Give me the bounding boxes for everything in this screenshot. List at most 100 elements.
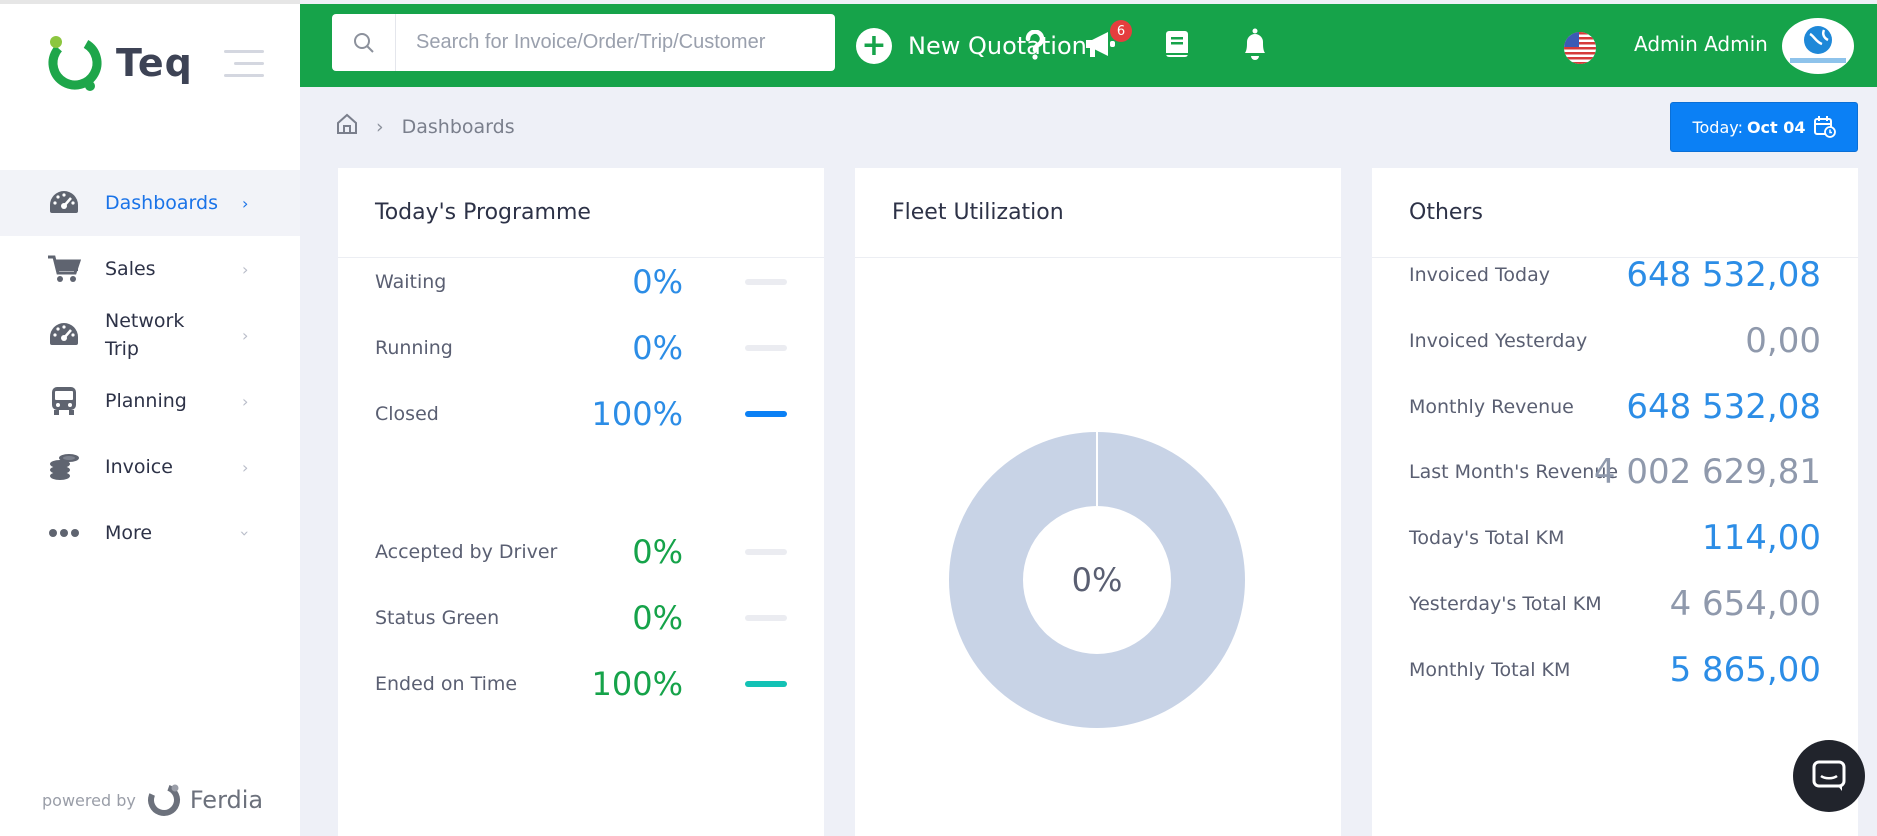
sidebar-item-planning[interactable]: Planning › bbox=[0, 368, 300, 434]
programme-row: Closed 100% bbox=[375, 394, 787, 434]
topbar: + New Quotation 6 Admin Admin bbox=[300, 4, 1877, 87]
programme-row: Status Green 0% bbox=[375, 598, 787, 638]
gauge-icon bbox=[46, 319, 82, 351]
card-title: Today's Programme bbox=[338, 168, 824, 258]
others-row-value: 648 532,08 bbox=[1626, 255, 1821, 295]
chevron-down-icon: › bbox=[235, 529, 255, 537]
breadcrumb: › Dashboards bbox=[336, 113, 515, 140]
programme-row-label: Accepted by Driver bbox=[375, 541, 558, 563]
us-flag-icon[interactable] bbox=[1564, 32, 1596, 64]
others-row: Invoiced Yesterday 0,00 bbox=[1409, 316, 1821, 366]
plus-circle-icon: + bbox=[856, 28, 892, 64]
book-icon[interactable] bbox=[1158, 26, 1196, 64]
card-title: Others bbox=[1372, 168, 1858, 258]
megaphone-icon[interactable]: 6 bbox=[1082, 20, 1132, 64]
coins-icon bbox=[46, 451, 82, 483]
today-date-button[interactable]: Today: Oct 04 bbox=[1670, 102, 1858, 152]
others-row-label: Invoiced Yesterday bbox=[1409, 330, 1588, 352]
bell-icon[interactable] bbox=[1236, 26, 1274, 64]
sidebar-item-sales[interactable]: Sales › bbox=[0, 236, 300, 302]
menu-toggle-icon[interactable] bbox=[224, 50, 264, 78]
fleet-donut-chart: 0% bbox=[947, 430, 1247, 730]
sidebar-item-dashboards[interactable]: Dashboards › bbox=[0, 170, 300, 236]
sidebar-item-label: Sales bbox=[105, 258, 156, 280]
breadcrumb-current: Dashboards bbox=[401, 115, 515, 138]
brain-station-logo-icon bbox=[1790, 26, 1846, 63]
programme-progress-bar bbox=[745, 615, 787, 621]
others-row-value: 4 002 629,81 bbox=[1593, 452, 1821, 492]
chevron-right-icon: › bbox=[242, 259, 249, 279]
others-row: Invoiced Today 648 532,08 bbox=[1409, 250, 1821, 300]
programme-row-value: 0% bbox=[632, 533, 683, 571]
others-row: Today's Total KM 114,00 bbox=[1409, 513, 1821, 563]
brand-name: Teq bbox=[116, 41, 193, 85]
home-icon[interactable] bbox=[336, 113, 358, 140]
donut-center-label: 0% bbox=[1071, 561, 1123, 599]
programme-progress-bar bbox=[745, 411, 787, 417]
dots-icon bbox=[46, 517, 82, 549]
ferdia-logo-icon bbox=[147, 784, 180, 816]
chevron-right-icon: › bbox=[242, 325, 249, 345]
powered-by-text: powered by bbox=[42, 790, 136, 810]
programme-row-label: Status Green bbox=[375, 607, 500, 629]
programme-row-value: 0% bbox=[632, 263, 683, 301]
programme-row-label: Ended on Time bbox=[375, 673, 518, 695]
avatar[interactable] bbox=[1782, 18, 1854, 74]
chat-icon bbox=[1812, 760, 1846, 791]
others-row-label: Last Month's Revenue bbox=[1409, 461, 1619, 483]
programme-row: Ended on Time 100% bbox=[375, 664, 787, 704]
sidebar-item-more[interactable]: More › bbox=[0, 500, 300, 566]
others-row-label: Monthly Total KM bbox=[1409, 659, 1571, 681]
programme-progress-bar bbox=[745, 681, 787, 687]
new-quotation-label: New Quotation bbox=[908, 32, 1087, 60]
sidebar-item-invoice[interactable]: Invoice › bbox=[0, 434, 300, 500]
programme-progress-bar bbox=[745, 279, 787, 285]
chevron-right-icon: › bbox=[242, 391, 249, 411]
programme-row-value: 0% bbox=[632, 329, 683, 367]
sidebar-item-label: Network Trip bbox=[105, 310, 185, 360]
others-row: Monthly Revenue 648 532,08 bbox=[1409, 382, 1821, 432]
others-row: Last Month's Revenue 4 002 629,81 bbox=[1409, 447, 1821, 497]
programme-progress-bar bbox=[745, 345, 787, 351]
chat-launcher-button[interactable] bbox=[1793, 740, 1865, 812]
today-prefix: Today: bbox=[1692, 117, 1743, 137]
others-card: Others Invoiced Today 648 532,08 Invoiced … bbox=[1372, 168, 1858, 836]
search-icon[interactable] bbox=[332, 14, 396, 71]
calendar-clock-icon bbox=[1813, 116, 1836, 138]
programme-row-label: Waiting bbox=[375, 271, 447, 293]
programme-row-label: Closed bbox=[375, 403, 439, 425]
sidebar-item-label: More bbox=[105, 522, 153, 544]
others-row-label: Yesterday's Total KM bbox=[1409, 593, 1602, 615]
search-input[interactable] bbox=[396, 31, 826, 54]
programme-row: Running 0% bbox=[375, 328, 787, 368]
sidebar-item-network-trip[interactable]: Network Trip › bbox=[0, 302, 300, 368]
others-row-value: 4 654,00 bbox=[1669, 584, 1821, 624]
user-name[interactable]: Admin Admin bbox=[1634, 32, 1768, 56]
brand-logo[interactable]: Teq bbox=[42, 30, 193, 96]
chevron-right-icon: › bbox=[242, 193, 249, 213]
fleet-utilization-card: Fleet Utilization 0% bbox=[855, 168, 1341, 836]
cart-icon bbox=[46, 253, 82, 285]
sidebar-item-label: Planning bbox=[105, 390, 187, 412]
programme-progress-fill bbox=[745, 681, 787, 687]
sidebar-item-label: Invoice bbox=[105, 456, 173, 478]
others-row-label: Today's Total KM bbox=[1409, 527, 1565, 549]
others-row-value: 648 532,08 bbox=[1626, 387, 1821, 427]
others-row-value: 5 865,00 bbox=[1669, 650, 1821, 690]
bus-icon bbox=[46, 385, 82, 417]
programme-progress-fill bbox=[745, 411, 787, 417]
programme-row-label: Running bbox=[375, 337, 453, 359]
others-row-label: Invoiced Today bbox=[1409, 264, 1550, 286]
programme-row: Accepted by Driver 0% bbox=[375, 532, 787, 572]
others-row: Monthly Total KM 5 865,00 bbox=[1409, 645, 1821, 695]
programme-row-value: 0% bbox=[632, 599, 683, 637]
help-icon[interactable] bbox=[1016, 26, 1054, 64]
others-row: Yesterday's Total KM 4 654,00 bbox=[1409, 579, 1821, 629]
sidebar: Teq Dashboards › Sales › Network Trip › bbox=[0, 0, 300, 836]
programme-progress-bar bbox=[745, 549, 787, 555]
others-row-label: Monthly Revenue bbox=[1409, 396, 1574, 418]
today-date: Oct 04 bbox=[1746, 117, 1806, 137]
programme-row-value: 100% bbox=[591, 395, 683, 433]
chevron-right-icon: › bbox=[242, 457, 249, 477]
gauge-icon bbox=[46, 187, 82, 219]
